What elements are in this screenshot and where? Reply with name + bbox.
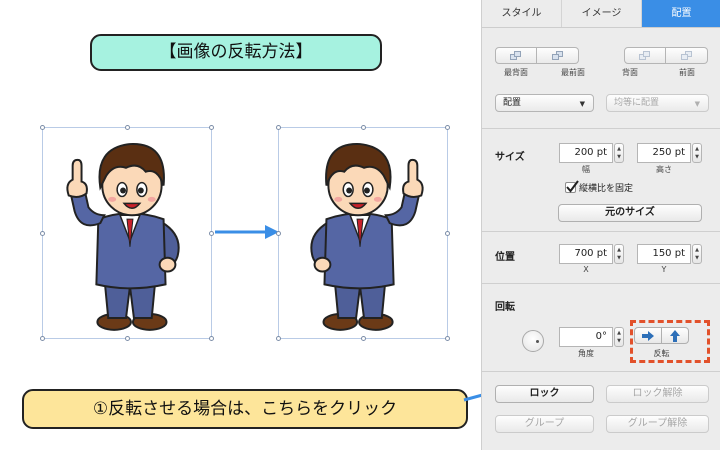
resize-handle[interactable] [209,336,214,341]
title-banner: 【画像の反転方法】 [90,34,382,71]
bring-to-front-button[interactable] [537,47,579,64]
y-stepper[interactable]: ▲ ▼ [692,244,702,264]
ungroup-button[interactable]: グループ解除 [606,415,709,433]
layer-order-controls [495,47,708,64]
checkmark-icon [566,180,579,193]
align-select-value: 配置 [503,98,522,108]
height-input[interactable]: 250 pt [637,143,691,163]
layer-order-labels: 最背面 最前面 背面 前面 [495,67,708,78]
resize-handle[interactable] [445,231,450,236]
height-stepper[interactable]: ▲ ▼ [692,143,702,163]
send-to-back-button[interactable] [495,47,537,64]
x-input[interactable]: 700 pt [559,244,613,264]
chevron-down-icon: ▼ [579,100,585,108]
distribute-select[interactable]: 均等に配置 ▼ [606,94,709,112]
width-stepper[interactable]: ▲ ▼ [614,143,624,163]
rotate-section-label: 回転 [495,302,515,313]
instruction-callout: ①反転させる場合は、こちらをクリック [22,389,468,429]
tab-style[interactable]: スタイル [482,0,562,27]
distribute-select-value: 均等に配置 [614,98,660,108]
bring-forward-icon [680,51,693,60]
size-section-label: サイズ [495,152,525,163]
bring-forward-label: 前面 [679,68,695,77]
flipped-image[interactable] [276,125,450,341]
resize-handle[interactable] [276,125,281,130]
resize-handle[interactable] [40,231,45,236]
resize-handle[interactable] [445,336,450,341]
angle-input[interactable]: 0° [559,327,613,347]
tab-arrange[interactable]: 配置 [642,0,720,27]
y-input[interactable]: 150 pt [637,244,691,264]
tab-image[interactable]: イメージ [562,0,642,27]
inspector-tabs: スタイル イメージ 配置 [482,0,720,28]
chevron-down-icon: ▼ [694,100,700,108]
businessman-illustration [66,143,180,331]
send-backward-button[interactable] [624,47,666,64]
divider [482,283,720,284]
resize-handle[interactable] [445,125,450,130]
resize-handle[interactable] [361,336,366,341]
position-section-label: 位置 [495,252,515,263]
resize-handle[interactable] [276,231,281,236]
original-size-button[interactable]: 元のサイズ [558,204,702,222]
send-backward-icon [639,51,651,60]
x-label: X [583,265,589,274]
send-to-back-label: 最背面 [504,68,528,77]
bring-to-front-icon [551,51,564,60]
front-segment [624,47,708,64]
rotation-dial-indicator [536,340,539,343]
send-backward-label: 背面 [622,68,638,77]
group-button[interactable]: グループ [495,415,594,433]
lock-aspect-checkbox[interactable]: 縦横比を固定 [565,180,634,194]
resize-handle[interactable] [125,125,130,130]
align-select[interactable]: 配置 ▼ [495,94,594,112]
right-arrow-icon [215,225,279,239]
unlock-button[interactable]: ロック解除 [606,385,709,403]
y-label: Y [661,265,667,274]
angle-label: 角度 [578,349,594,358]
resize-handle[interactable] [40,336,45,341]
back-segment [495,47,579,64]
original-image[interactable] [40,125,214,341]
angle-stepper[interactable]: ▲ ▼ [614,327,624,347]
resize-handle[interactable] [276,336,281,341]
lock-aspect-label: 縦横比を固定 [579,184,634,194]
resize-handle[interactable] [361,125,366,130]
businessman-illustration-flipped [310,143,424,331]
flip-highlight-box [630,320,710,363]
send-to-back-icon [510,51,522,60]
height-label: 高さ [656,165,672,174]
checkbox-box[interactable] [565,180,579,193]
bring-forward-button[interactable] [666,47,708,64]
x-stepper[interactable]: ▲ ▼ [614,244,624,264]
inspector-panel: スタイル イメージ 配置 最背面 最前面 背面 前面 配置 ▼ 均等に配置 ▼ … [481,0,720,450]
lock-button[interactable]: ロック [495,385,594,403]
divider [482,371,720,372]
resize-handle[interactable] [209,125,214,130]
divider [482,128,720,129]
rotation-dial[interactable] [522,330,544,352]
resize-handle[interactable] [125,336,130,341]
divider [482,231,720,232]
bring-to-front-label: 最前面 [561,68,585,77]
resize-handle[interactable] [40,125,45,130]
width-input[interactable]: 200 pt [559,143,613,163]
width-label: 幅 [582,165,590,174]
